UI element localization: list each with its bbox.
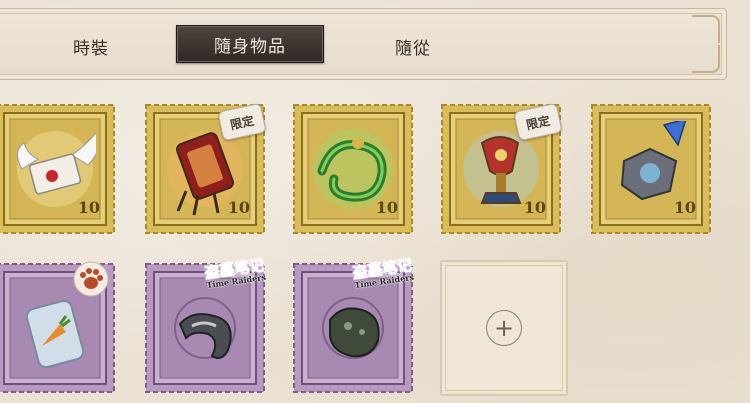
item-stamp-fossil-claw[interactable]: 盗墓笔记 Time Raiders (144, 256, 266, 394)
item-stamp-carrot-jar[interactable] (0, 261, 116, 394)
item-stamp-crystal-puzzle[interactable]: 10 (590, 103, 712, 235)
stamp-value: 10 (375, 198, 398, 217)
item-stamp-jeweled-chalice[interactable]: 限定 10 (440, 102, 563, 235)
plus-icon[interactable]: + (486, 310, 522, 346)
frame-corner-ornament (692, 45, 720, 73)
stamp-value: 10 (523, 198, 546, 217)
stamp-value: 10 (227, 198, 250, 217)
item-stamp-stone-beast[interactable]: 盗墓笔记 Time Raiders (292, 256, 414, 394)
tab-followers[interactable]: 隨從 (378, 28, 448, 64)
tab-personal-items[interactable]: 隨身物品 (176, 25, 324, 63)
item-stamp-ornate-lantern[interactable]: 限定 10 (144, 102, 267, 235)
stamp-value: 10 (77, 198, 100, 217)
frame-corner-ornament (692, 15, 720, 43)
stamp-value: 10 (673, 198, 696, 217)
item-stamp-winged-letter[interactable]: 10 (0, 103, 116, 235)
item-stamp-jade-dragon[interactable]: 10 (292, 103, 414, 235)
paw-print-badge-icon (73, 261, 109, 297)
empty-item-slot[interactable]: + (440, 260, 568, 396)
tab-fashion[interactable]: 時裝 (56, 28, 126, 64)
